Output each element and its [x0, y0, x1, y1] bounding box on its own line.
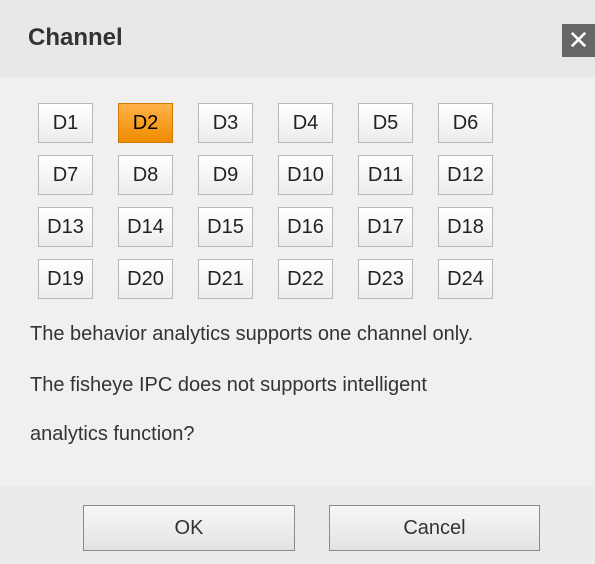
channel-button-d6[interactable]: D6	[438, 103, 493, 143]
channel-grid: D1 D2 D3 D4 D5 D6 D7 D8 D9 D10 D11 D12 D…	[38, 103, 518, 311]
channel-button-d5[interactable]: D5	[358, 103, 413, 143]
channel-row: D7 D8 D9 D10 D11 D12	[38, 155, 518, 207]
channel-button-d3[interactable]: D3	[198, 103, 253, 143]
channel-button-d4[interactable]: D4	[278, 103, 333, 143]
fisheye-message-line2: analytics function?	[30, 423, 195, 445]
channel-button-d1[interactable]: D1	[38, 103, 93, 143]
channel-button-d24[interactable]: D24	[438, 259, 493, 299]
channel-button-d16[interactable]: D16	[278, 207, 333, 247]
channel-row: D19 D20 D21 D22 D23 D24	[38, 259, 518, 311]
channel-button-d7[interactable]: D7	[38, 155, 93, 195]
close-icon[interactable]: ✕	[562, 24, 595, 57]
channel-row: D13 D14 D15 D16 D17 D18	[38, 207, 518, 259]
dialog-title: Channel	[28, 24, 123, 51]
channel-button-d14[interactable]: D14	[118, 207, 173, 247]
channel-button-d8[interactable]: D8	[118, 155, 173, 195]
channel-button-d9[interactable]: D9	[198, 155, 253, 195]
dialog-titlebar: Channel ✕	[0, 0, 595, 77]
channel-button-d11[interactable]: D11	[358, 155, 413, 195]
channel-button-d17[interactable]: D17	[358, 207, 413, 247]
channel-button-d2[interactable]: D2	[118, 103, 173, 143]
channel-button-d23[interactable]: D23	[358, 259, 413, 299]
fisheye-message-line1: The fisheye IPC does not supports intell…	[30, 374, 427, 396]
channel-button-d22[interactable]: D22	[278, 259, 333, 299]
channel-button-d13[interactable]: D13	[38, 207, 93, 247]
channel-button-d15[interactable]: D15	[198, 207, 253, 247]
channel-button-d18[interactable]: D18	[438, 207, 493, 247]
cancel-button[interactable]: Cancel	[329, 505, 540, 551]
channel-button-d19[interactable]: D19	[38, 259, 93, 299]
channel-button-d21[interactable]: D21	[198, 259, 253, 299]
ok-button[interactable]: OK	[83, 505, 295, 551]
channel-button-d12[interactable]: D12	[438, 155, 493, 195]
channel-button-d10[interactable]: D10	[278, 155, 333, 195]
channel-button-d20[interactable]: D20	[118, 259, 173, 299]
channel-row: D1 D2 D3 D4 D5 D6	[38, 103, 518, 155]
channel-dialog: Channel ✕ D1 D2 D3 D4 D5 D6 D7 D8 D9 D10…	[0, 0, 595, 564]
behavior-analytics-message: The behavior analytics supports one chan…	[30, 323, 474, 345]
